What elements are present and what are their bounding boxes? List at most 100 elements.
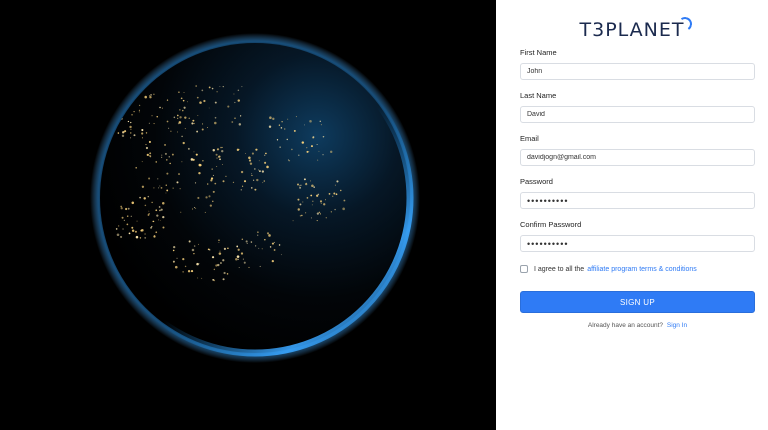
city-light-dot [328, 193, 331, 195]
city-light-dot [129, 125, 132, 129]
city-light-dot [182, 271, 184, 273]
sign-in-link[interactable]: Sign In [667, 322, 687, 329]
city-light-dot [213, 279, 216, 282]
city-light-dot [238, 267, 240, 268]
city-light-dot [184, 128, 186, 130]
city-light-dot [271, 259, 274, 263]
city-light-dot [215, 264, 218, 267]
city-light-dot [261, 170, 265, 173]
city-light-dot [190, 158, 194, 161]
city-light-dot [297, 208, 300, 211]
city-light-dot [144, 233, 146, 235]
city-light-dot [258, 160, 260, 162]
city-light-dot [164, 152, 167, 155]
city-light-dot [219, 158, 221, 161]
city-light-dot [134, 230, 137, 233]
city-light-dot [227, 247, 229, 250]
terms-link[interactable]: affiliate program terms & conditions [587, 266, 697, 273]
city-light-dot [198, 243, 199, 245]
city-light-dot [332, 195, 334, 197]
city-light-dot [281, 121, 283, 123]
city-light-dot [129, 137, 132, 139]
city-light-dot [232, 181, 235, 183]
city-light-dot [118, 225, 120, 227]
city-light-dot [243, 180, 247, 183]
terms-checkbox[interactable] [520, 265, 528, 273]
city-light-dot [242, 258, 244, 260]
city-light-dot [176, 114, 179, 117]
city-light-dot [119, 94, 122, 97]
city-light-dot [149, 152, 152, 155]
city-light-dot [140, 229, 143, 232]
city-light-dot [166, 172, 169, 175]
city-light-dot [196, 262, 199, 266]
city-light-dot [317, 193, 320, 196]
city-light-dot [159, 106, 161, 109]
last-name-input[interactable] [520, 106, 755, 123]
city-light-dot [264, 154, 266, 157]
first-name-input[interactable] [520, 63, 755, 80]
confirm-password-input[interactable] [520, 235, 755, 252]
sign-up-button[interactable]: SIGN UP [520, 291, 755, 313]
city-light-dot [148, 140, 151, 143]
city-light-dot [310, 145, 313, 148]
city-light-dot [198, 163, 202, 167]
city-light-dot [131, 226, 134, 229]
city-light-dot [252, 179, 255, 181]
city-light-dot [193, 151, 195, 153]
city-light-dot [309, 180, 311, 182]
city-light-dot [120, 235, 123, 239]
city-light-dot [287, 118, 289, 120]
city-light-dot [141, 185, 145, 188]
city-light-dot [257, 231, 259, 234]
city-light-dot [152, 220, 154, 223]
city-light-dot [174, 265, 178, 269]
city-light-dot [320, 124, 322, 126]
city-light-dot [194, 207, 197, 209]
city-light-dot [136, 220, 138, 222]
city-light-dot [219, 85, 221, 87]
city-light-dot [301, 141, 305, 144]
city-light-dot [204, 211, 206, 213]
city-light-dot [176, 257, 178, 259]
city-light-dot [223, 247, 227, 250]
city-light-dot [300, 184, 302, 186]
city-light-dot [197, 277, 199, 279]
city-light-dot [276, 139, 279, 141]
city-light-dot [145, 132, 148, 134]
city-light-dot [240, 170, 244, 174]
city-light-dot [210, 177, 214, 180]
city-light-dot [155, 161, 158, 163]
city-light-dot [263, 180, 266, 182]
password-input[interactable] [520, 192, 755, 209]
city-light-dot [148, 213, 150, 215]
city-light-dot [302, 201, 304, 203]
city-light-dot [164, 143, 166, 146]
email-input[interactable] [520, 149, 755, 166]
city-light-dot [133, 111, 135, 113]
city-light-dot [254, 188, 257, 191]
city-light-dot [212, 149, 215, 152]
city-light-dot [166, 120, 169, 123]
city-light-dot [168, 127, 170, 129]
city-light-dot [240, 252, 244, 255]
sign-in-prompt: Already have an account? Sign In [520, 322, 755, 329]
city-light-dot [266, 232, 270, 235]
city-light-dot [144, 237, 147, 239]
city-light-dot [257, 234, 259, 236]
city-light-dot [162, 202, 165, 205]
city-light-dot [190, 269, 194, 273]
city-light-dot [255, 148, 258, 151]
city-light-dot [158, 206, 161, 208]
city-light-dot [256, 178, 259, 182]
city-light-dot [305, 212, 307, 214]
city-light-dot [119, 96, 121, 98]
city-light-dot [303, 124, 305, 126]
city-light-dot [131, 113, 133, 116]
city-light-dot [216, 91, 218, 93]
city-light-dot [319, 213, 321, 215]
city-light-dot [291, 148, 293, 151]
city-light-dot [214, 182, 217, 185]
city-light-dot [148, 122, 150, 124]
city-light-dot [319, 120, 321, 122]
